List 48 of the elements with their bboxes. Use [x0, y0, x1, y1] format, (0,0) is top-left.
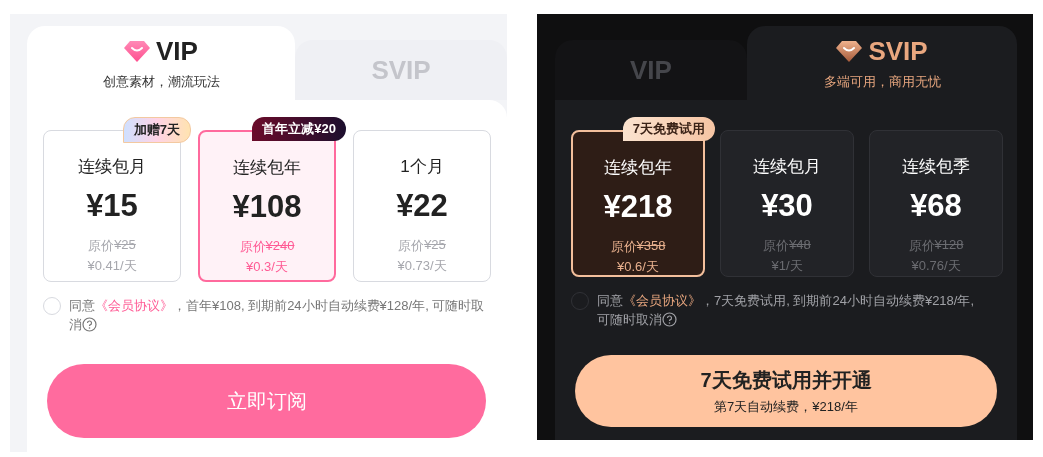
- daily-price: ¥0.73/天: [397, 257, 447, 275]
- original-price: ¥25: [424, 237, 446, 254]
- plan-price: ¥22: [396, 188, 448, 224]
- plan-card[interactable]: 1个月 ¥22 原价¥25 ¥0.73/天: [353, 130, 491, 282]
- help-icon[interactable]: [82, 317, 97, 332]
- promo-badge: 7天免费试用: [622, 117, 715, 141]
- tab-subtitle: 创意素材，潮流玩法: [102, 72, 220, 91]
- plan-price: ¥68: [910, 188, 962, 224]
- daily-price: ¥0.3/天: [246, 258, 288, 276]
- plan-name: 连续包月: [753, 156, 821, 178]
- original-price-label: 原价: [610, 238, 637, 256]
- plan-card[interactable]: 连续包季 ¥68 原价¥128 ¥0.76/天: [869, 130, 1003, 277]
- original-price-label: 原价: [763, 237, 790, 255]
- agreement-text: 同意《会员协议》，7天免费试用, 到期前24小时自动续费¥218/年, 可随时取消: [597, 292, 976, 329]
- help-icon[interactable]: [662, 312, 677, 327]
- plan-name: 连续包年: [604, 157, 672, 179]
- tab[interactable]: SVIP 多端可用，商用无忧: [747, 26, 1017, 100]
- plan-price: ¥218: [603, 189, 673, 225]
- plan-price: ¥30: [761, 188, 813, 224]
- original-price: ¥128: [934, 237, 964, 254]
- plan-name: 连续包季: [902, 156, 970, 178]
- plan-card[interactable]: 连续包月 ¥30 原价¥48 ¥1/天: [720, 130, 854, 277]
- gem-icon: [124, 39, 151, 63]
- gem-icon: [836, 39, 863, 63]
- tab-subtitle: 多端可用，商用无忧: [823, 72, 941, 91]
- promo-badge: 首年立减¥20: [252, 117, 346, 141]
- daily-price: ¥0.41/天: [87, 257, 137, 275]
- original-price-label: 原价: [398, 237, 425, 255]
- original-price-label: 原价: [908, 237, 935, 255]
- promo-badge: 加赠7天: [122, 117, 191, 143]
- subscribe-button[interactable]: 7天免费试用并开通 第7天自动续费，¥218/年: [575, 355, 997, 427]
- original-price: ¥25: [114, 237, 136, 254]
- plan-name: 连续包年: [233, 157, 301, 179]
- plan-price: ¥108: [232, 189, 302, 225]
- agreement-link[interactable]: 《会员协议》: [623, 293, 701, 308]
- original-price: ¥358: [636, 238, 666, 255]
- plan-name: 1个月: [400, 156, 444, 178]
- daily-price: ¥0.76/天: [911, 257, 961, 275]
- plan-price: ¥15: [86, 188, 138, 224]
- tab[interactable]: VIP 创意素材，潮流玩法: [27, 26, 295, 100]
- daily-price: ¥1/天: [771, 257, 803, 275]
- daily-price: ¥0.6/天: [617, 258, 659, 276]
- original-price-label: 原价: [239, 238, 266, 256]
- plan-name: 连续包月: [78, 156, 146, 178]
- agreement-text: 同意《会员协议》，首年¥108, 到期前24小时自动续费¥128/年, 可随时取消: [69, 297, 486, 334]
- original-price-label: 原价: [88, 237, 115, 255]
- original-price: ¥48: [789, 237, 811, 254]
- original-price: ¥240: [265, 238, 295, 255]
